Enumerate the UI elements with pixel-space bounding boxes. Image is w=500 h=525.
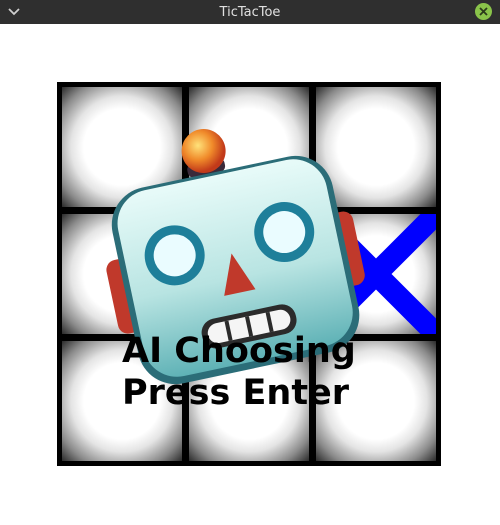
window-title: TicTacToe xyxy=(219,4,281,20)
window-menu-button[interactable] xyxy=(6,4,22,20)
status-message: AI Choosing Press Enter xyxy=(122,330,422,414)
close-button[interactable] xyxy=(475,3,492,20)
title-bar: TicTacToe xyxy=(0,0,500,24)
status-line-press-enter: Press Enter xyxy=(122,373,350,413)
status-line-ai-choosing: AI Choosing xyxy=(122,331,356,371)
app-window: TicTacToe AI Choosing Press Enter xyxy=(0,0,500,525)
close-icon xyxy=(479,7,488,16)
chevron-down-icon xyxy=(8,8,20,16)
